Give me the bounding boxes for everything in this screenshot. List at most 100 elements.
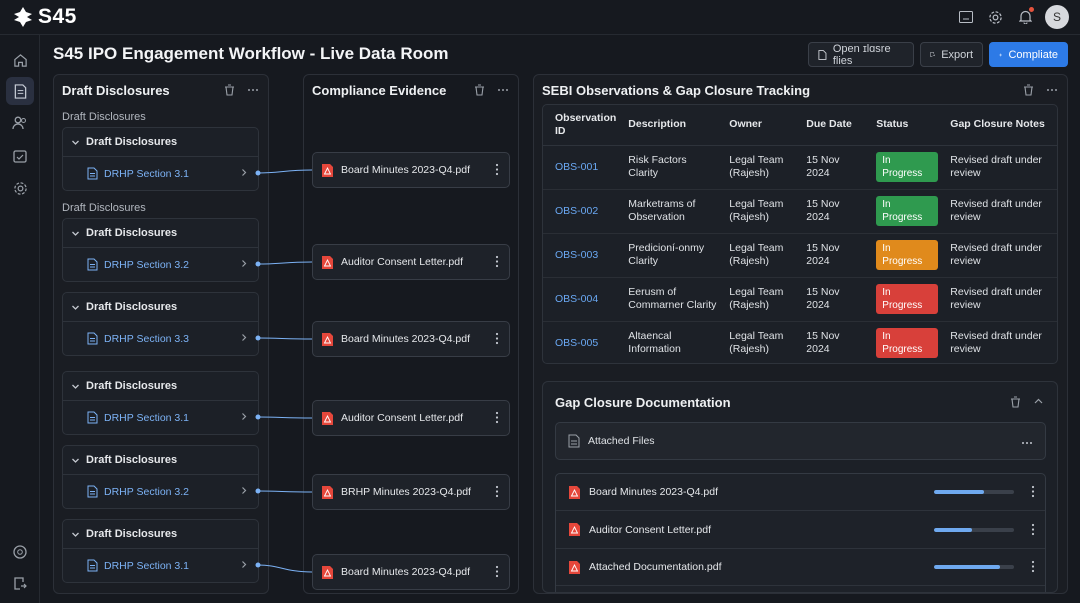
avatar[interactable]: S [1045,5,1069,29]
chevron-right-icon[interactable] [240,259,248,268]
attached-file-row[interactable]: Board Minutes 2023-Q4.pdf [556,474,1045,511]
column-header[interactable]: Gap Closure Notes [938,105,1057,146]
drhp-section-link[interactable]: DRHP Section 3.2 [63,475,258,508]
card-header[interactable]: Draft Disclosures [63,446,258,475]
plus-icon [999,53,1003,56]
column-header[interactable]: Observation ID [543,105,617,146]
observations-table: Observation ID Description Owner Due Dat… [542,104,1058,364]
chevron-down-icon[interactable] [71,303,80,312]
due-date-cell: 15 Nov 2024 [794,189,865,234]
more-vertical-icon[interactable] [1031,485,1035,498]
compliance-evidence-panel: Compliance Evidence [303,74,519,594]
card-title: Draft Disclosures [86,301,178,313]
card-header[interactable]: Draft Disclosures [63,372,258,401]
export-label: Export [941,48,973,61]
card-header[interactable]: Draft Disclosures [63,520,258,549]
card-header[interactable]: Draft Disclosures [63,128,258,157]
attached-files-header[interactable]: Attached Files [555,422,1046,460]
chevron-right-icon[interactable] [240,333,248,342]
gear-icon[interactable] [986,8,1004,26]
more-icon[interactable] [1021,437,1033,449]
column-header[interactable]: Owner [717,105,795,146]
more-vertical-icon[interactable] [1031,560,1035,573]
trash-icon[interactable] [1010,396,1021,408]
nav-rail [0,35,40,603]
observation-id-link[interactable]: OBS-001 [555,161,598,173]
table-row[interactable]: OBS-001 Risk Factors Clarity Legal Team (R… [543,145,1057,190]
open-files-button[interactable]: Open ɪlɑsre flies [808,42,914,67]
bell-icon[interactable] [1016,7,1034,26]
chevron-down-icon[interactable] [71,530,80,539]
upload-progress-bar [934,527,1014,532]
group-label: Draft Disclosures [62,111,146,123]
due-date-cell: 15 Nov 2024 [794,277,865,322]
complete-label: Compliate [1008,48,1058,61]
column-header[interactable]: Description [616,105,718,146]
app-logo[interactable]: S45 [12,5,77,29]
chevron-down-icon[interactable] [71,456,80,465]
drhp-section-link[interactable]: DRHP Section 3.1 [63,157,258,190]
table-row[interactable]: OBS-002 Marketrams of Observation Legal Te… [543,189,1057,234]
collapse-icon[interactable] [1033,396,1044,407]
progress-fill [934,490,985,494]
attached-file-row[interactable]: Auditor Consent Letter.pdf [556,512,1045,549]
observation-id-link[interactable]: OBS-005 [555,337,598,349]
chevron-down-icon[interactable] [71,229,80,238]
column-header[interactable]: Status [864,105,939,146]
file-icon [818,49,827,60]
drhp-section-label: DRHP Section 3.2 [104,485,190,498]
chevron-down-icon[interactable] [71,382,80,391]
export-icon[interactable] [6,569,34,597]
window-icon[interactable] [957,8,975,26]
card-title: Draft Disclosures [86,454,178,466]
notes-cell: Revised draft under review [950,330,1042,356]
drhp-section-link[interactable]: DRHP Section 3.1 [63,401,258,434]
trash-icon[interactable] [474,84,485,96]
more-icon[interactable] [247,84,259,96]
card-header[interactable]: Draft Disclosures [63,219,258,248]
more-icon[interactable] [1046,84,1058,96]
card-header[interactable]: Draft Disclosures [63,293,258,322]
group-label: Draft Disclosures [62,202,146,214]
table-row[interactable]: OBS-005 Altaencal Information Legal Team (… [543,321,1057,363]
users-icon[interactable] [6,109,34,137]
card-title: Draft Disclosures [86,380,178,392]
settings-icon[interactable] [6,174,34,202]
export-button[interactable]: Export [920,42,983,67]
observation-id-link[interactable]: OBS-002 [555,205,598,217]
chevron-right-icon[interactable] [240,168,248,177]
chevron-right-icon[interactable] [240,560,248,569]
drhp-section-link[interactable]: DRHP Section 3.2 [63,248,258,281]
pdf-icon [568,560,581,575]
due-date-cell: 15 Nov 2024 [794,145,865,190]
card-title: Draft Disclosures [86,227,178,239]
more-icon[interactable] [497,84,509,96]
chevron-right-icon[interactable] [240,486,248,495]
owner-cell: Legal Team (Rajesh) [717,189,795,234]
table-row[interactable]: OBS-004 Eerusm of Commarner Clarity Legal … [543,277,1057,322]
drhp-section-label: DRHP Section 3.3 [104,332,190,345]
trash-icon[interactable] [1023,84,1034,96]
drhp-section-label: DRHP Section 3.2 [104,258,190,271]
observation-id-link[interactable]: OBS-003 [555,249,598,261]
attached-file-row[interactable]: Attached Documentation.pdf [556,549,1045,586]
document-icon[interactable] [6,77,34,105]
drhp-section-link[interactable]: DRHP Section 3.1 [63,549,258,582]
chevron-right-icon[interactable] [240,412,248,421]
drhp-section-link[interactable]: DRHP Section 3.3 [63,322,258,355]
column-header[interactable]: Due Date [794,105,865,146]
chevron-down-icon[interactable] [71,138,80,147]
complete-button[interactable]: Compliate [989,42,1068,67]
home-icon[interactable] [6,46,34,74]
panel-title: Compliance Evidence [312,83,447,98]
table-row[interactable]: OBS-003 Predicioní-onmy Clarity Legal Team… [543,233,1057,278]
help-icon[interactable] [6,538,34,566]
trash-icon[interactable] [224,84,235,96]
description-cell: Predicioní-onmy Clarity [616,233,718,278]
observation-id-link[interactable]: OBS-004 [555,293,598,305]
more-vertical-icon[interactable] [1031,523,1035,536]
calendar-check-icon[interactable] [6,142,34,170]
owner-cell: Legal Team (Rajesh) [717,145,795,190]
page-title: S45 IPO Engagement Workflow - Live Data … [53,44,449,63]
notes-cell: Revised draft under review [938,233,1057,278]
